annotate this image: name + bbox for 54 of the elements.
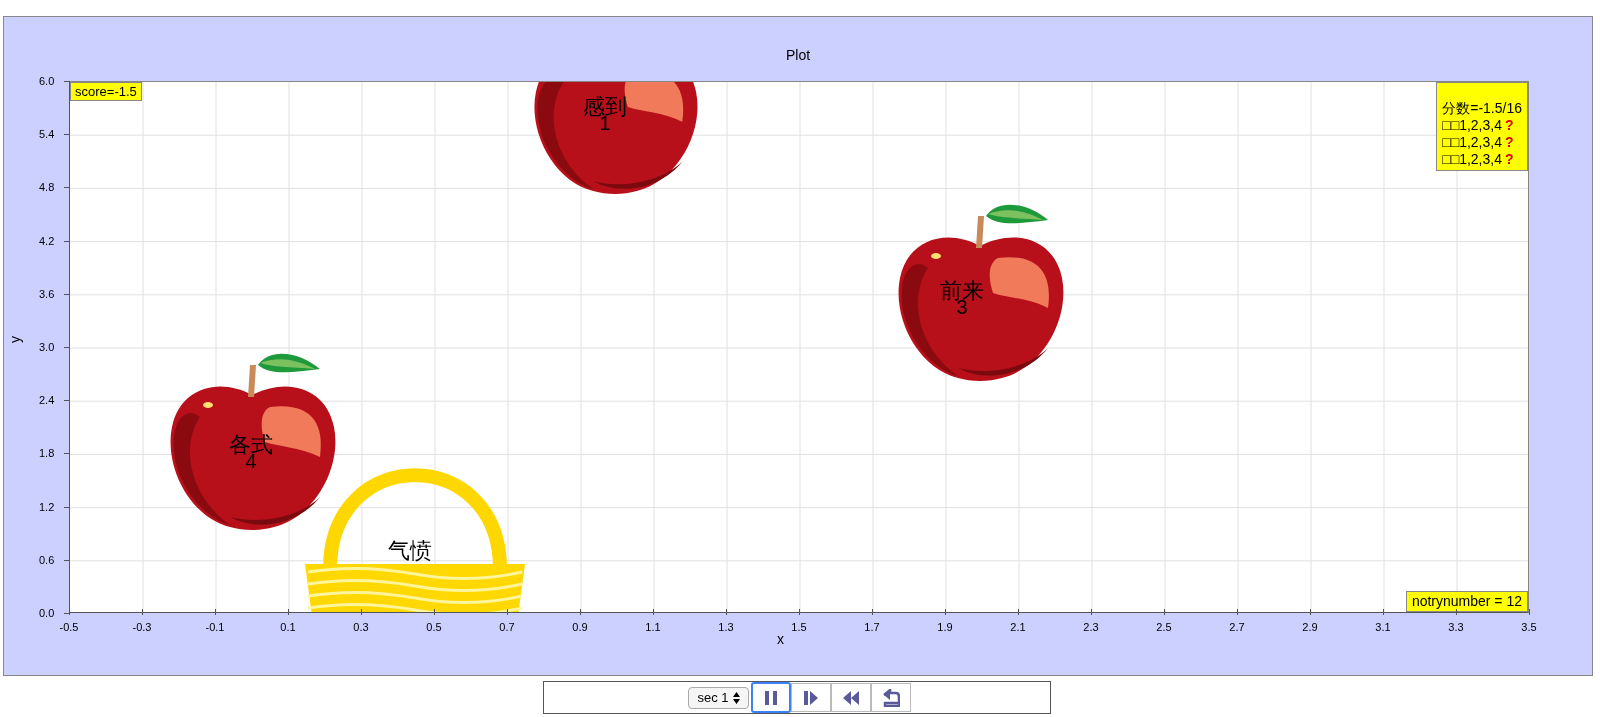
plot-title: Plot (785, 47, 811, 63)
answer-line: □□1,2,3,4 (1442, 151, 1502, 168)
y-tick-label: 2.4 (39, 392, 55, 408)
x-axis-label: x (777, 630, 784, 649)
rewind-icon (841, 688, 860, 707)
rewind-button[interactable] (830, 683, 871, 712)
answer-line: □□1,2,3,4 (1442, 117, 1502, 134)
y-tick-label: 6.0 (39, 73, 55, 89)
x-tick-label: 0.7 (499, 620, 515, 635)
y-tick-label: 5.4 (39, 126, 55, 142)
x-tick-label: 0.5 (426, 620, 442, 635)
x-tick-label: 0.9 (572, 620, 588, 635)
y-tick-label: 3.0 (39, 339, 55, 355)
x-tick-label: 3.3 (1448, 620, 1464, 635)
x-tick-label: 1.1 (645, 620, 661, 635)
x-tick-label: 1.5 (791, 620, 807, 635)
undo-icon (881, 688, 900, 707)
x-tick-label: 2.3 (1083, 620, 1099, 635)
step-button[interactable] (790, 683, 831, 712)
x-tick-label: 3.5 (1521, 620, 1537, 635)
x-tick-label: 0.1 (280, 620, 296, 635)
x-tick-label: 0.3 (353, 620, 369, 635)
score-label: score=-1.5 (70, 82, 142, 101)
x-tick-label: 1.7 (864, 620, 880, 635)
y-tick-label: 1.8 (39, 446, 55, 462)
x-tick-label: 2.5 (1156, 620, 1172, 635)
y-tick-label: 0.6 (39, 552, 55, 568)
score-summary: 分数=-1.5/16 (1442, 100, 1522, 117)
x-tick-label: 2.7 (1229, 620, 1245, 635)
x-tick-label: 2.1 (1010, 620, 1026, 635)
step-forward-icon (801, 688, 820, 707)
question-mark: ? (1504, 151, 1514, 168)
y-tick-label: 4.8 (39, 180, 55, 196)
item-word: 气愤 (388, 540, 432, 562)
x-tick-label: 1.9 (937, 620, 953, 635)
section-select[interactable]: sec 1 (688, 686, 749, 709)
x-tick-label: -0.3 (132, 620, 152, 635)
x-tick-label: -0.1 (205, 620, 225, 635)
y-axis-label: y (6, 336, 24, 343)
y-tick-label: 1.2 (39, 499, 55, 515)
question-mark: ? (1504, 117, 1514, 134)
question-mark: ? (1504, 134, 1514, 151)
pause-button[interactable] (750, 682, 791, 713)
x-tick-label: 3.1 (1375, 620, 1391, 635)
x-tick-label: -0.5 (59, 620, 79, 635)
y-tick-label: 0.0 (39, 605, 55, 621)
x-tick-label: 2.9 (1302, 620, 1318, 635)
y-tick-label: 4.2 (39, 233, 55, 249)
x-tick-label: 1.3 (718, 620, 734, 635)
y-tick-label: 3.6 (39, 286, 55, 302)
tries-label: notrynumber = 12 (1405, 591, 1528, 612)
updown-icon (732, 691, 740, 704)
reset-button[interactable] (870, 683, 911, 712)
answer-line: □□1,2,3,4 (1442, 134, 1502, 151)
